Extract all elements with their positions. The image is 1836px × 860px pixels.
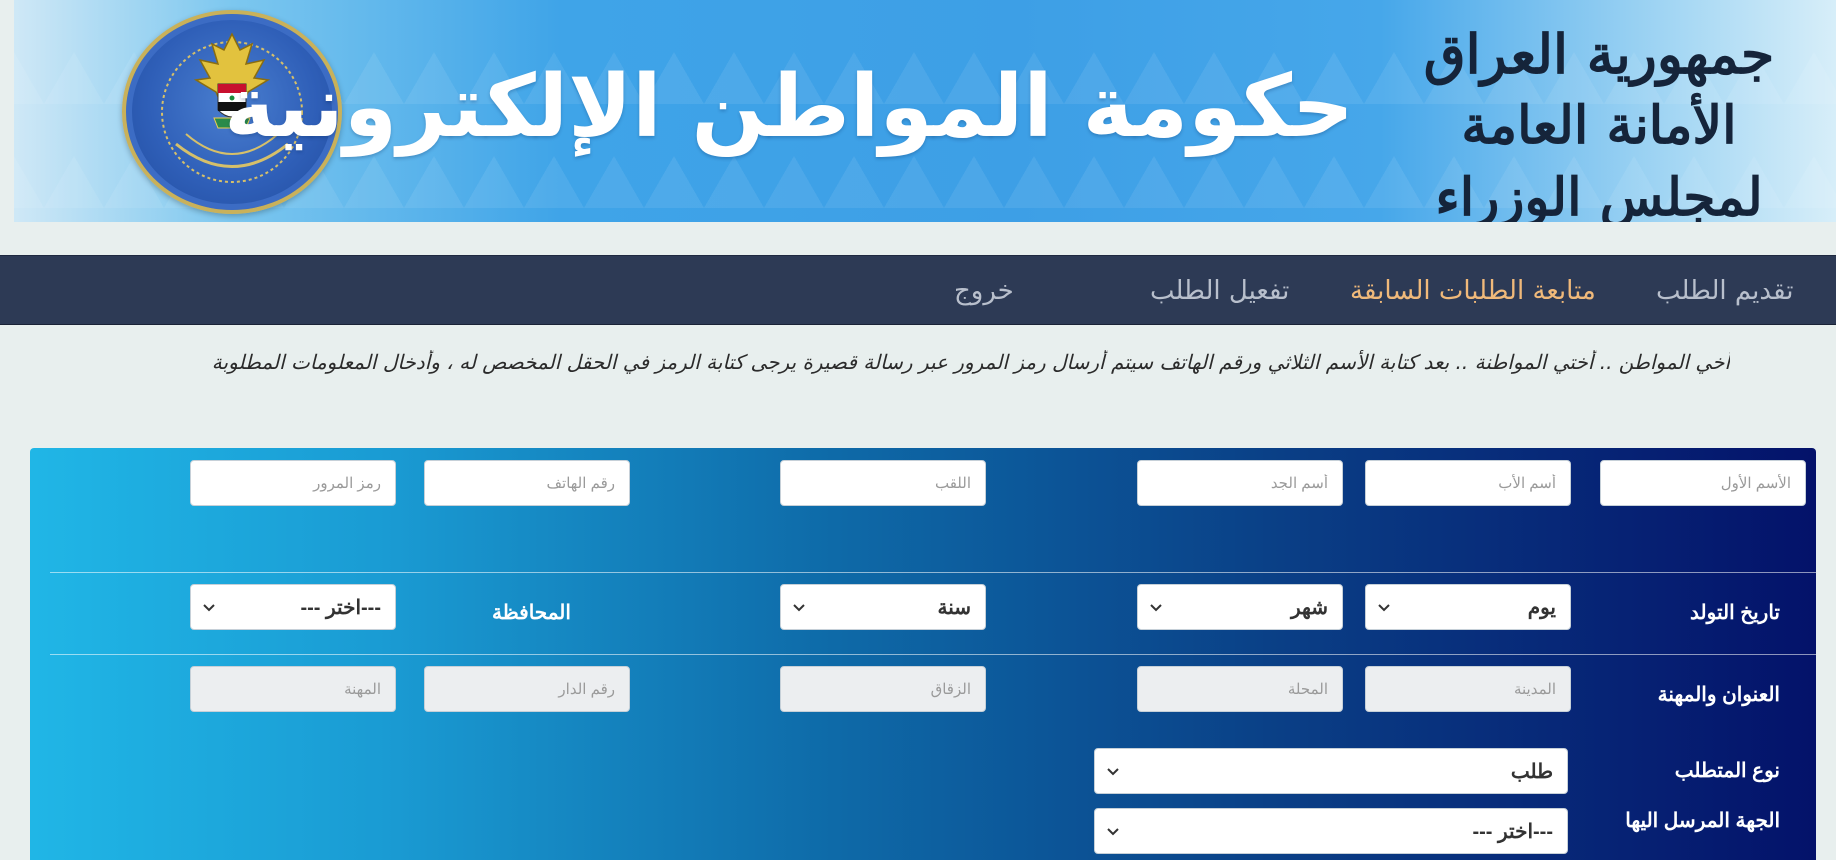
chevron-down-icon xyxy=(1150,604,1162,612)
recipient-value: ---اختر --- xyxy=(1472,821,1553,843)
birth-month-value: شهر xyxy=(1290,597,1328,619)
alley-input[interactable] xyxy=(780,666,986,712)
house-number-input[interactable] xyxy=(424,666,630,712)
calligraphy-line-1: جمهورية العراق xyxy=(1423,22,1775,86)
grandfather-name-input[interactable] xyxy=(1137,460,1343,506)
chevron-down-icon xyxy=(793,604,805,612)
father-name-input[interactable] xyxy=(1365,460,1571,506)
chevron-down-icon xyxy=(203,604,215,612)
phone-input[interactable] xyxy=(424,460,630,506)
first-name-input[interactable] xyxy=(1600,460,1806,506)
header-banner: حكومة المواطن الإلكترونية جمهورية العراق… xyxy=(14,0,1836,222)
recipient-label: الجهة المرسل اليها xyxy=(1625,810,1780,832)
surname-input[interactable] xyxy=(780,460,986,506)
passcode-input[interactable] xyxy=(190,460,396,506)
province-label: المحافظة xyxy=(492,602,571,624)
province-select[interactable]: ---اختر --- xyxy=(190,584,396,630)
chevron-down-icon xyxy=(1107,828,1119,836)
nav-track-previous-requests[interactable]: متابعة الطلبات السابقة xyxy=(1350,256,1596,326)
request-type-label: نوع المتطلب xyxy=(1674,760,1780,782)
province-value: ---اختر --- xyxy=(300,597,381,619)
calligraphy-line-2: الأمانة العامة لمجلس الوزراء xyxy=(1435,95,1763,222)
birth-month-select[interactable]: شهر xyxy=(1137,584,1343,630)
recipient-select[interactable]: ---اختر --- xyxy=(1094,808,1568,854)
portal-title: حكومة المواطن الإلكترونية xyxy=(224,57,1354,157)
row-divider xyxy=(50,654,1816,655)
nav-activate-request[interactable]: تفعيل الطلب xyxy=(1150,256,1289,326)
birth-year-select[interactable]: سنة xyxy=(780,584,986,630)
birth-date-label: تاريخ التولد xyxy=(1690,602,1780,624)
birth-day-value: يوم xyxy=(1527,597,1556,619)
chevron-down-icon xyxy=(1107,768,1119,776)
request-type-value: طلب xyxy=(1510,761,1553,783)
chevron-down-icon xyxy=(1378,604,1390,612)
registration-form-panel: تاريخ التولد يوم شهر سنة المحافظة ---اخت… xyxy=(30,448,1816,860)
nav-logout[interactable]: خروج xyxy=(954,256,1014,326)
birth-year-value: سنة xyxy=(937,597,971,619)
nav-submit-request[interactable]: تقديم الطلب xyxy=(1656,256,1793,326)
profession-input[interactable] xyxy=(190,666,396,712)
request-type-select[interactable]: طلب xyxy=(1094,748,1568,794)
address-label: العنوان والمهنة xyxy=(1657,684,1780,706)
district-input[interactable] xyxy=(1137,666,1343,712)
instructions-text: أخي المواطن .. أختي المواطنة .. بعد كتاب… xyxy=(211,350,1730,374)
republic-of-iraq-calligraphy: جمهورية العراق الأمانة العامة لمجلس الوز… xyxy=(1394,18,1804,222)
row-divider xyxy=(50,572,1816,573)
birth-day-select[interactable]: يوم xyxy=(1365,584,1571,630)
city-input[interactable] xyxy=(1365,666,1571,712)
main-nav-bar: تقديم الطلب متابعة الطلبات السابقة تفعيل… xyxy=(0,255,1836,325)
